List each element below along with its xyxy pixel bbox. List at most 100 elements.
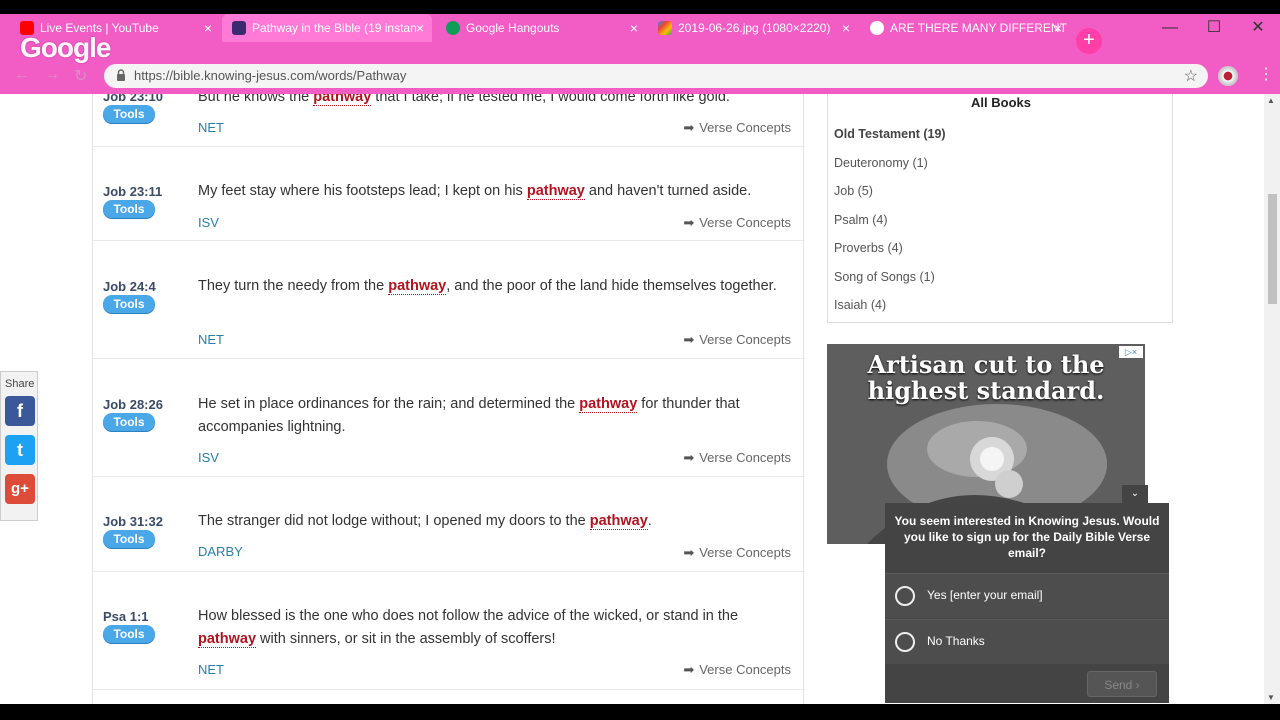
verse-text-part: He set in place ordinances for the rain;…: [198, 396, 580, 412]
keyword-link[interactable]: pathway: [313, 94, 372, 106]
close-icon[interactable]: ×: [842, 20, 850, 36]
google-plus-icon[interactable]: g+: [5, 474, 35, 504]
verse-concepts-link[interactable]: ➡ Verse Concepts: [683, 545, 791, 561]
verse-text: My feet stay where his footsteps lead; I…: [198, 180, 788, 203]
radio-button[interactable]: [895, 586, 915, 606]
verse-text-part: and haven't turned aside.: [584, 183, 752, 199]
close-icon[interactable]: ×: [416, 20, 424, 36]
maximize-button[interactable]: ☐: [1192, 14, 1236, 42]
option-no-thanks[interactable]: No Thanks: [885, 619, 1169, 664]
facebook-icon[interactable]: f: [5, 396, 35, 426]
book-link-deuteronomy[interactable]: Deuteronomy (1): [834, 156, 928, 170]
tab-hangouts[interactable]: Google Hangouts ×: [436, 14, 646, 42]
verse-text: But he knows the pathway that I take; if…: [198, 94, 788, 109]
bottom-bar: [0, 704, 1280, 720]
option-label: Yes [enter your email]: [927, 588, 1043, 602]
verse-reference[interactable]: Psa 1:1: [103, 609, 149, 624]
translation-link[interactable]: NET: [198, 120, 224, 135]
twitter-icon[interactable]: t: [5, 435, 35, 465]
tab-article[interactable]: ARE THERE MANY DIFFERENT ×: [860, 14, 1070, 42]
close-icon[interactable]: ×: [204, 20, 212, 36]
tools-button[interactable]: Tools: [103, 200, 155, 218]
verse-reference[interactable]: Job 24:4: [103, 279, 156, 294]
radio-button[interactable]: [895, 632, 915, 652]
address-bar[interactable]: https://bible.knowing-jesus.com/words/Pa…: [104, 64, 1208, 88]
keyword-link[interactable]: pathway: [526, 183, 585, 200]
tab-image[interactable]: 2019-06-26.jpg (1080×2220) ×: [648, 14, 858, 42]
bookmark-star-icon[interactable]: ☆: [1184, 66, 1198, 86]
verse-concepts-link[interactable]: ➡ Verse Concepts: [683, 332, 791, 348]
verse-concepts-link[interactable]: ➡ Verse Concepts: [683, 120, 791, 136]
ad-headline: Artisan cut to the highest standard.: [867, 350, 1105, 405]
keyword-link[interactable]: pathway: [388, 278, 447, 295]
concepts-label: Verse Concepts: [699, 215, 791, 230]
tools-button[interactable]: Tools: [103, 625, 155, 643]
translation-link[interactable]: ISV: [198, 215, 219, 230]
verse-reference[interactable]: Job 23:10: [103, 94, 163, 104]
book-link-song-of-songs[interactable]: Song of Songs (1): [834, 270, 935, 284]
arrow-right-icon: ➡: [683, 662, 695, 677]
reload-icon[interactable]: ↻: [74, 66, 87, 86]
profile-avatar[interactable]: [1218, 66, 1238, 86]
arrow-right-icon: ➡: [683, 545, 695, 560]
tools-button[interactable]: Tools: [103, 413, 155, 431]
adchoices-icon[interactable]: ▷×: [1119, 346, 1143, 358]
close-window-button[interactable]: ✕: [1236, 14, 1280, 42]
verse-text-part: The stranger did not lodge without; I op…: [198, 513, 590, 529]
page-scrollbar[interactable]: ▲ ▼: [1264, 94, 1280, 704]
book-link-old-testament[interactable]: Old Testament (19): [834, 127, 946, 141]
new-tab-button[interactable]: +: [1076, 28, 1102, 54]
keyword-link[interactable]: pathway: [198, 631, 257, 648]
verse-reference[interactable]: Job 31:32: [103, 514, 163, 529]
forward-icon[interactable]: →: [44, 66, 60, 84]
verse-item: Job 31:32 Tools The stranger did not lod…: [93, 477, 805, 572]
scroll-up-icon[interactable]: ▲: [1267, 96, 1275, 105]
menu-icon[interactable]: ⋮: [1258, 64, 1274, 84]
translation-link[interactable]: NET: [198, 662, 224, 677]
close-icon[interactable]: ×: [1054, 20, 1062, 36]
tab-title: 2019-06-26.jpg (1080×2220): [678, 21, 831, 35]
cross-icon: [232, 21, 246, 35]
translation-link[interactable]: NET: [198, 332, 224, 347]
option-yes[interactable]: Yes [enter your email]: [885, 573, 1169, 618]
tools-button[interactable]: Tools: [103, 105, 155, 123]
verse-item: Job 23:10 Tools But he knows the pathway…: [93, 94, 805, 147]
google-g-icon: [870, 21, 884, 35]
back-icon[interactable]: ←: [14, 66, 30, 84]
tools-button[interactable]: Tools: [103, 295, 155, 313]
send-button[interactable]: Send ›: [1087, 671, 1157, 697]
book-link-job[interactable]: Job (5): [834, 184, 873, 198]
keyword-link[interactable]: pathway: [589, 513, 648, 530]
verse-text-part: How blessed is the one who does not foll…: [198, 608, 739, 624]
arrow-right-icon: ➡: [683, 215, 695, 230]
verse-reference[interactable]: Job 28:26: [103, 397, 163, 412]
translation-link[interactable]: DARBY: [198, 544, 243, 559]
arrow-right-icon: ➡: [683, 120, 695, 135]
verse-item: Psa 1:1 Tools How blessed is the one who…: [93, 572, 805, 690]
close-icon[interactable]: ×: [630, 20, 638, 36]
verse-concepts-link[interactable]: ➡ Verse Concepts: [683, 215, 791, 231]
verse-text: How blessed is the one who does not foll…: [198, 605, 788, 651]
scroll-down-icon[interactable]: ▼: [1267, 693, 1275, 702]
keyword-link[interactable]: pathway: [579, 396, 638, 413]
arrow-right-icon: ➡: [683, 332, 695, 347]
translation-link[interactable]: ISV: [198, 450, 219, 465]
book-link-psalm[interactable]: Psalm (4): [834, 213, 887, 227]
book-link-isaiah[interactable]: Isaiah (4): [834, 298, 886, 312]
verse-concepts-link[interactable]: ➡ Verse Concepts: [683, 662, 791, 678]
verse-concepts-link[interactable]: ➡ Verse Concepts: [683, 450, 791, 466]
chevron-down-icon[interactable]: ⌄: [1122, 485, 1148, 503]
verse-item: Job 23:11 Tools My feet stay where his f…: [93, 147, 805, 241]
verse-reference[interactable]: Job 23:11: [103, 184, 162, 199]
tools-button[interactable]: Tools: [103, 530, 155, 548]
verse-text-part: My feet stay where his footsteps lead; I…: [198, 183, 527, 199]
browser-window: Live Events | YouTube × Pathway in the B…: [0, 0, 1280, 720]
tab-pathway[interactable]: Pathway in the Bible (19 instan ×: [222, 14, 432, 42]
verse-text-part: with sinners, or sit in the assembly of …: [256, 631, 556, 647]
share-bar: Share f t g+: [0, 371, 38, 521]
scroll-thumb[interactable]: [1268, 194, 1277, 304]
verse-text-part: But he knows the: [198, 94, 314, 105]
minimize-button[interactable]: —: [1148, 14, 1192, 42]
verse-text-part: that I take; if he tested me, I would co…: [371, 94, 730, 105]
book-link-proverbs[interactable]: Proverbs (4): [834, 241, 903, 255]
